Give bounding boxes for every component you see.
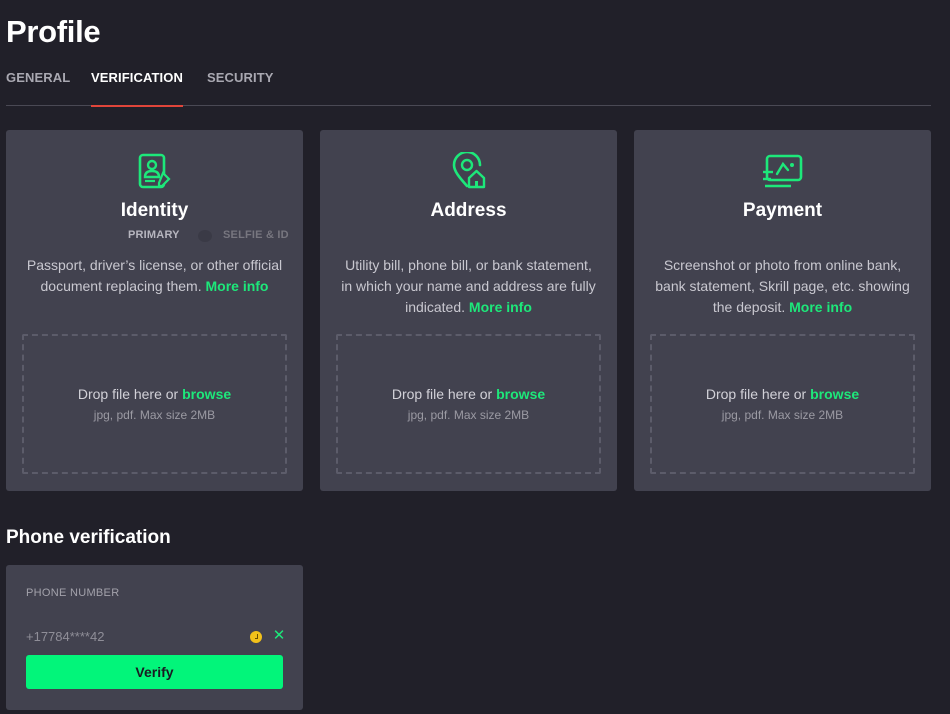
payment-card: Payment Screenshot or photo from online … [634,130,931,491]
browse-link[interactable]: browse [810,386,859,402]
card-title: Payment [742,200,823,221]
drop-label: Drop file here or [705,386,807,402]
browse-link[interactable]: browse [496,386,545,402]
subtab-selfie-id[interactable]: SELFIE & ID [223,229,289,241]
close-icon[interactable]: ✕ [272,627,286,645]
file-dropzone[interactable]: Drop file here or browse jpg, pdf. Max s… [336,334,601,474]
drop-label: Drop file here or [391,386,493,402]
profile-tabs: GENERAL VERIFICATION SECURITY [6,70,931,107]
subtab-primary[interactable]: PRIMARY [128,229,180,241]
more-info-link[interactable]: More info [205,278,268,294]
location-home-icon [452,152,485,189]
subtab-separator [198,230,212,242]
tab-security[interactable]: SECURITY [207,70,274,106]
file-hint: jpg, pdf. Max size 2MB [721,408,844,422]
payment-card-icon [762,154,802,188]
card-title: Identity [120,200,189,221]
file-dropzone[interactable]: Drop file here or browse jpg, pdf. Max s… [22,334,287,474]
description-text: Screenshot or photo from online bank, ba… [655,257,910,315]
phone-number-value[interactable]: +17784****42 [26,629,104,644]
page-title: Profile [6,14,101,49]
more-info-link[interactable]: More info [789,299,852,315]
tab-verification[interactable]: VERIFICATION [91,70,183,107]
pending-clock-icon [250,631,262,643]
card-description: Passport, driver’s license, or other off… [24,255,285,297]
tab-general[interactable]: GENERAL [6,70,70,106]
drop-text: Drop file here or browse [652,386,913,402]
verify-button[interactable]: Verify [26,655,283,689]
card-description: Utility bill, phone bill, or bank statem… [338,255,599,318]
browse-link[interactable]: browse [182,386,231,402]
drop-label: Drop file here or [77,386,179,402]
identity-card: Identity PRIMARY SELFIE & ID Passport, d… [6,130,303,491]
file-hint: jpg, pdf. Max size 2MB [407,408,530,422]
phone-verification-card: PHONE NUMBER +17784****42 ✕ Verify [6,565,303,710]
card-title: Address [430,200,507,221]
card-description: Screenshot or photo from online bank, ba… [652,255,913,318]
document-subtabs: PRIMARY SELFIE & ID [6,229,303,243]
drop-text: Drop file here or browse [24,386,285,402]
file-hint: jpg, pdf. Max size 2MB [93,408,216,422]
address-card: Address Utility bill, phone bill, or ban… [320,130,617,491]
drop-text: Drop file here or browse [338,386,599,402]
more-info-link[interactable]: More info [469,299,532,315]
phone-number-field[interactable]: +17784****42 ✕ [26,627,286,647]
file-dropzone[interactable]: Drop file here or browse jpg, pdf. Max s… [650,334,915,474]
id-card-icon [138,153,171,189]
phone-number-label: PHONE NUMBER [26,587,120,599]
phone-section-title: Phone verification [6,527,171,548]
